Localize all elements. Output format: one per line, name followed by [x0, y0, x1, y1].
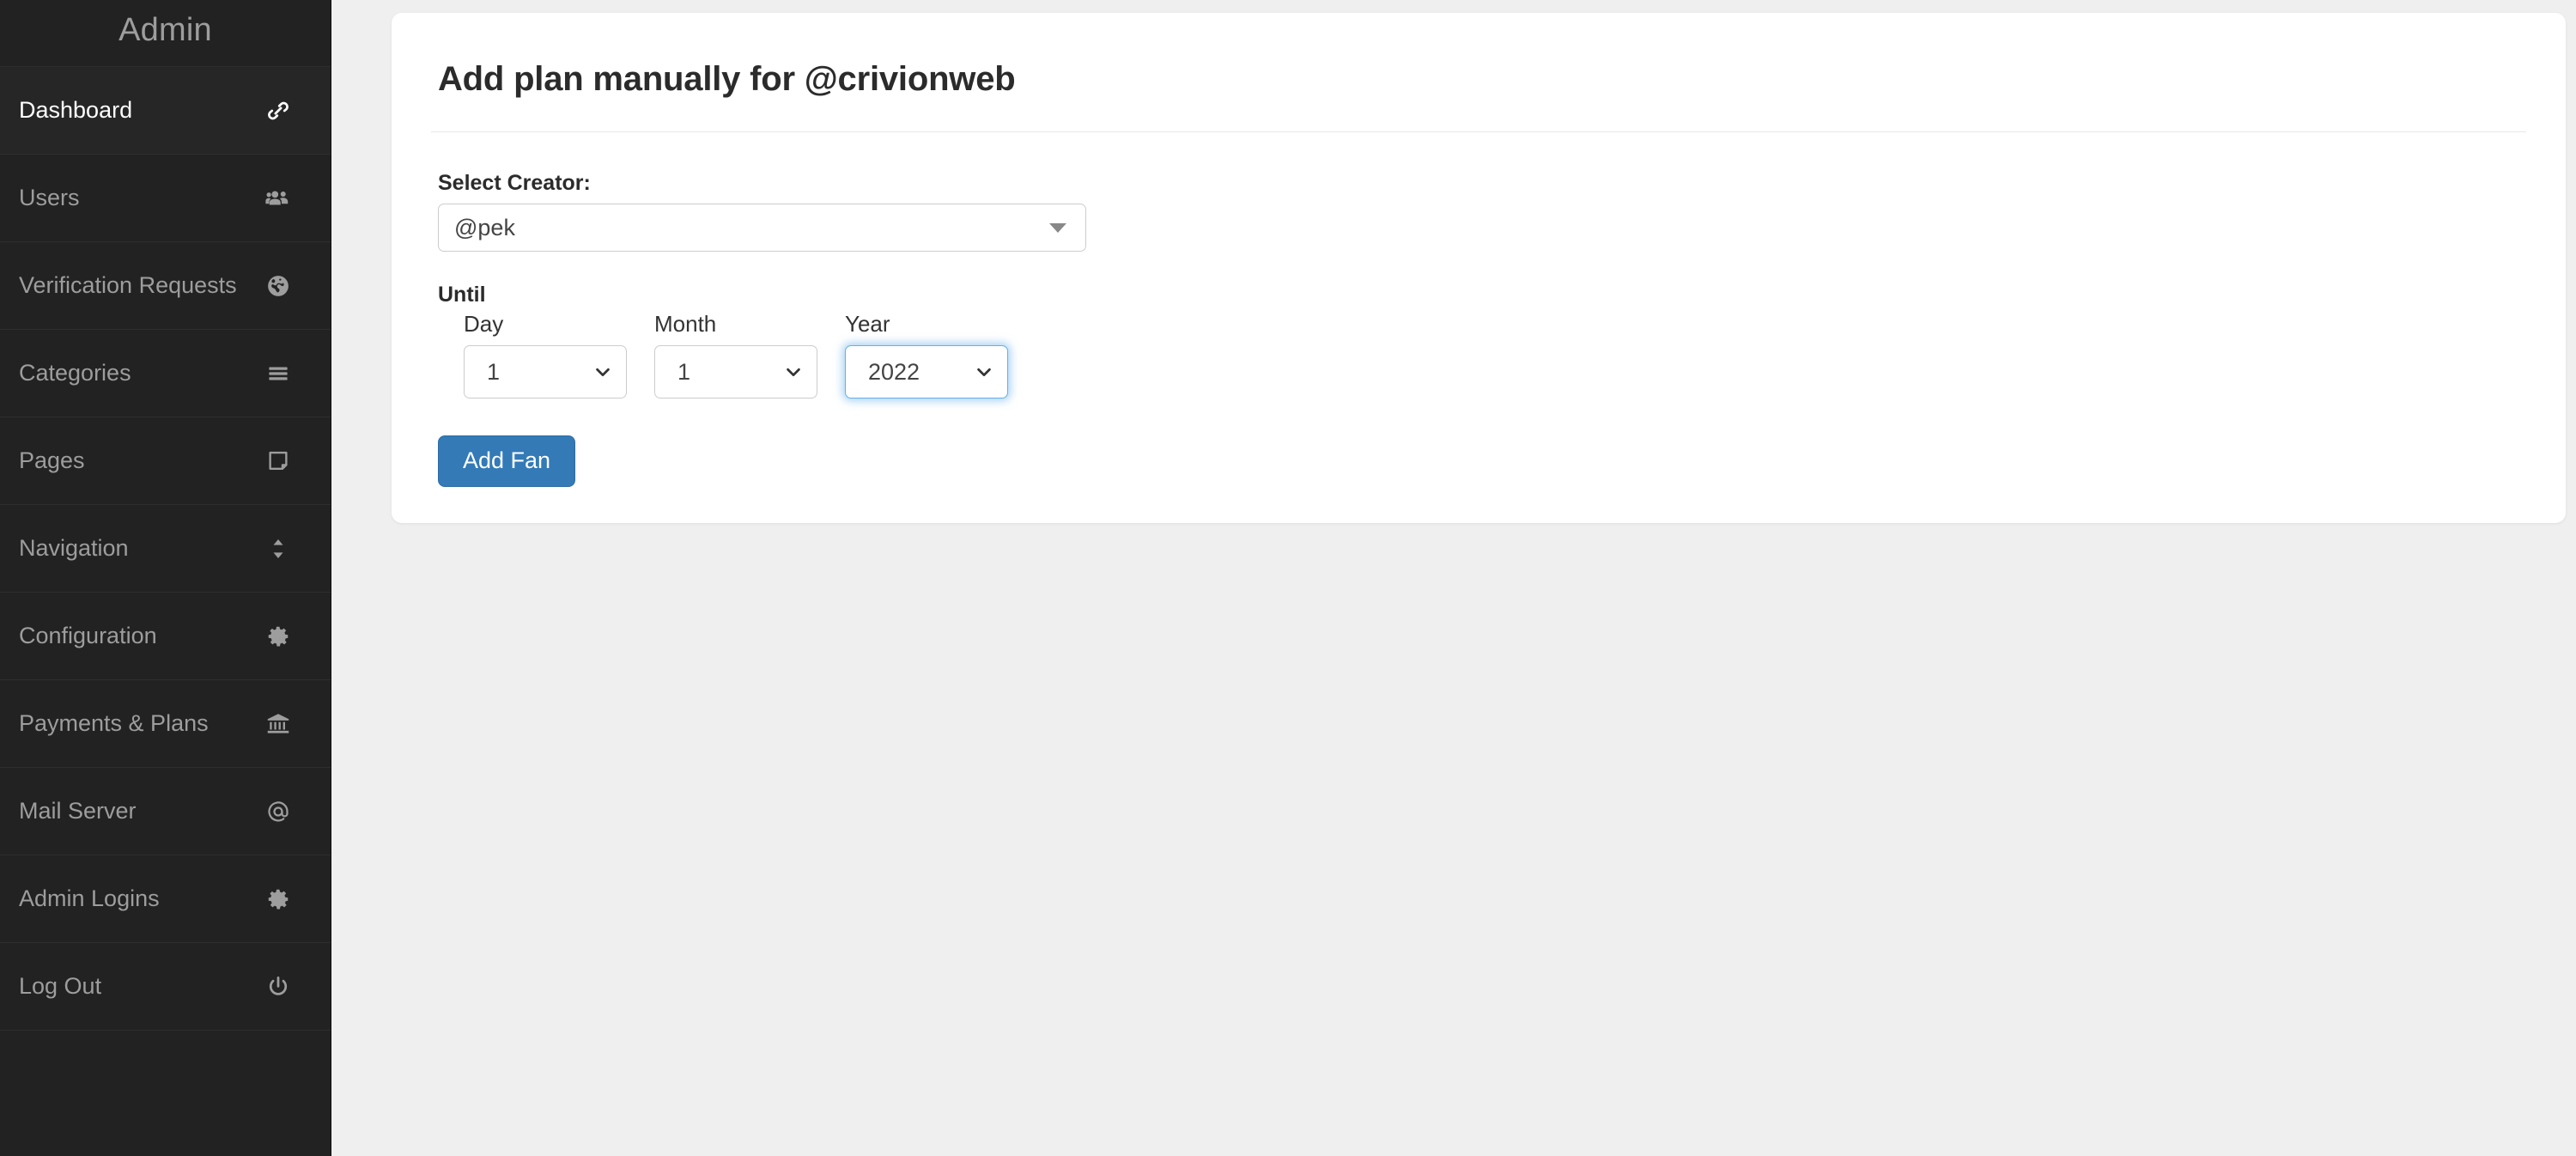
power-icon — [260, 969, 296, 1005]
users-icon — [260, 180, 296, 216]
day-field: Day 1 — [464, 311, 627, 399]
day-label: Day — [464, 311, 504, 337]
sidebar-item-label: Mail Server — [19, 798, 137, 824]
sidebar-nav-list: Dashboard Users Verification Requests Categ… — [0, 67, 331, 1031]
sidebar-item-users[interactable]: Users — [0, 155, 331, 242]
year-select[interactable]: 2022 — [845, 345, 1008, 399]
until-label: Until — [438, 283, 486, 307]
sidebar-item-verification-requests[interactable]: Verification Requests — [0, 242, 331, 330]
globe-icon — [260, 268, 296, 304]
year-select-value: 2022 — [868, 358, 920, 385]
sidebar-item-label: Dashboard — [19, 97, 133, 123]
page-title: Add plan manually for @crivionweb — [438, 60, 1016, 98]
gear-icon — [260, 881, 296, 917]
sidebar-item-pages[interactable]: Pages — [0, 417, 331, 505]
sidebar-item-dashboard[interactable]: Dashboard — [0, 67, 331, 155]
sidebar-item-label: Pages — [19, 447, 85, 473]
sidebar-item-label: Admin Logins — [19, 885, 160, 911]
bank-icon — [260, 706, 296, 742]
sidebar-item-label: Payments & Plans — [19, 710, 209, 736]
select-creator-label: Select Creator: — [438, 171, 591, 195]
sidebar-item-label: Log Out — [19, 973, 102, 999]
add-fan-button[interactable]: Add Fan — [438, 435, 576, 487]
card-body: Select Creator: @pek Until Day 1 Month 1… — [392, 132, 2566, 487]
hamburger-icon — [260, 356, 296, 392]
month-label: Month — [654, 311, 717, 337]
day-select-value: 1 — [487, 358, 501, 385]
sidebar-item-label: Categories — [19, 360, 131, 386]
date-row: Day 1 Month 1 Year 2022 — [438, 311, 2566, 399]
sidebar-item-mail-server[interactable]: Mail Server — [0, 768, 331, 855]
at-icon — [260, 794, 296, 830]
month-select-value: 1 — [677, 358, 691, 385]
sidebar-item-label: Verification Requests — [19, 272, 237, 298]
sidebar-item-log-out[interactable]: Log Out — [0, 943, 331, 1031]
sidebar-item-label: Navigation — [19, 535, 129, 561]
chevron-down-icon — [784, 362, 803, 381]
sidebar-item-navigation[interactable]: Navigation — [0, 505, 331, 593]
year-field: Year 2022 — [845, 311, 1008, 399]
sidebar-item-label: Users — [19, 185, 80, 210]
sort-icon — [260, 531, 296, 567]
until-section: Until Day 1 Month 1 Year 2022 — [438, 283, 2566, 399]
creator-select-value: @pek — [454, 214, 515, 240]
year-label: Year — [845, 311, 890, 337]
chevron-down-icon — [593, 362, 612, 381]
main-content: Add plan manually for @crivionweb Select… — [331, 0, 2576, 1156]
day-select[interactable]: 1 — [464, 345, 627, 399]
sidebar: Admin Dashboard Users Verification Request… — [0, 0, 331, 1156]
link-icon — [260, 93, 296, 129]
sidebar-item-payments-plans[interactable]: Payments & Plans — [0, 680, 331, 768]
sidebar-item-label: Configuration — [19, 623, 157, 648]
sidebar-item-admin-logins[interactable]: Admin Logins — [0, 855, 331, 943]
chevron-down-icon — [975, 362, 993, 381]
month-field: Month 1 — [654, 311, 817, 399]
sidebar-item-configuration[interactable]: Configuration — [0, 593, 331, 680]
month-select[interactable]: 1 — [654, 345, 817, 399]
page-icon — [260, 443, 296, 479]
gear-icon — [260, 618, 296, 654]
creator-select[interactable]: @pek — [438, 204, 1086, 252]
sidebar-brand: Admin — [0, 0, 331, 67]
sidebar-item-categories[interactable]: Categories — [0, 330, 331, 417]
chevron-down-icon — [1049, 222, 1066, 233]
add-plan-card: Add plan manually for @crivionweb Select… — [392, 13, 2566, 523]
